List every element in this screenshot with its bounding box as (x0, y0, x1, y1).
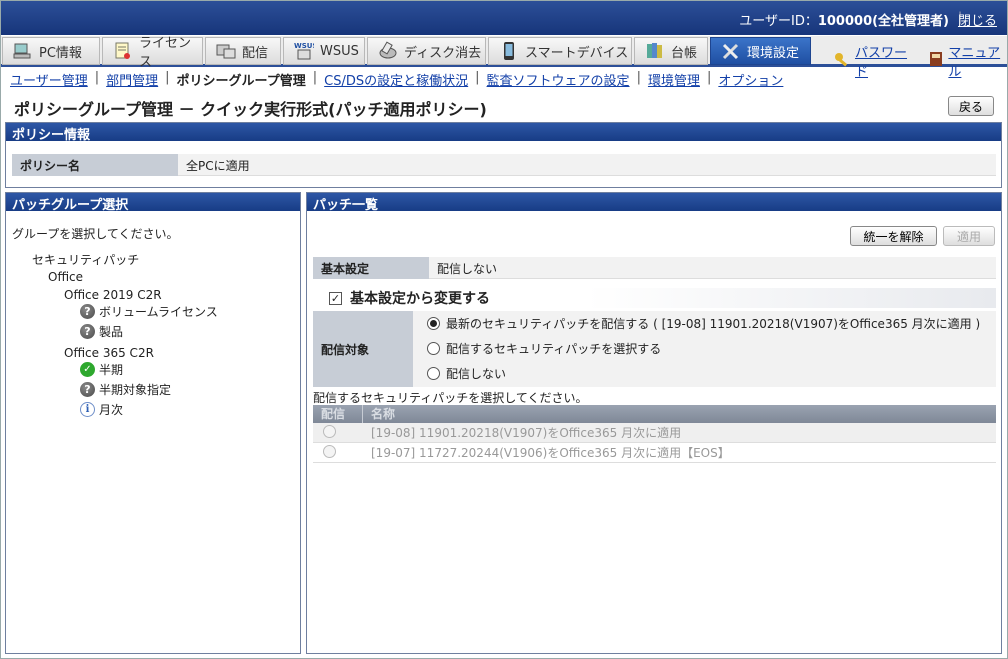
option-no-delivery[interactable]: 配信しない (413, 361, 996, 386)
table-row: [19-08] 11901.20218(V1907)をOffice365 月次に… (313, 423, 996, 443)
question-icon: ? (80, 304, 95, 319)
change-from-basic-checkbox[interactable]: ✓ (329, 291, 342, 305)
table-row: [19-07] 11727.20244(V1906)をOffice365 月次に… (313, 443, 996, 463)
tree-node-office-2019[interactable]: Office 2019 C2R (64, 288, 162, 302)
tree-node-security-patch[interactable]: セキュリティパッチ (32, 251, 139, 268)
tree-node-office[interactable]: Office (48, 270, 83, 284)
patch-list-panel: パッチ一覧 統一を解除 適用 基本設定 配信しない ✓ 基本設定から変更する 配… (306, 192, 1002, 654)
tab-wsus[interactable]: WSUS WSUS (283, 37, 365, 65)
basic-setting-value: 配信しない (429, 257, 996, 279)
col-delivery: 配信 (313, 405, 363, 423)
policy-name-row: ポリシー名 全PCに適用 (12, 154, 996, 176)
manual-link[interactable]: マニュアル (948, 42, 1007, 80)
svg-text:WSUS: WSUS (294, 42, 314, 50)
policy-info-panel: ポリシー情報 ポリシー名 全PCに適用 (5, 122, 1002, 188)
tab-environment-settings[interactable]: 環境設定 (710, 37, 811, 65)
sub-menu: ユーザー管理 | 部門管理 | ポリシーグループ管理 | CS/DSの設定と稼働状況 |… (10, 70, 784, 89)
patch-list-heading: パッチ一覧 (307, 193, 1001, 213)
radio-no-delivery[interactable] (427, 367, 440, 380)
page-title: ポリシーグループ管理 － クイック実行形式(パッチ適用ポリシー) (14, 100, 487, 119)
delivery-target-options: 最新のセキュリティパッチを配信する ( [19-08] 11901.20218(… (413, 311, 996, 387)
submenu-cs-ds-settings[interactable]: CS/DSの設定と稼働状況 (324, 70, 468, 89)
check-icon: ✓ (80, 362, 95, 377)
basic-setting-row: 基本設定 配信しない (313, 257, 996, 279)
tree-node-monthly[interactable]: i 月次 (80, 401, 123, 418)
delivery-target-label: 配信対象 (313, 311, 413, 387)
main-tabs: PC情報 ライセンス 配信 WSUS WSUS ディスク消去 スマートデバイス … (1, 36, 1007, 80)
question-icon: ? (80, 324, 95, 339)
policy-name-value: 全PCに適用 (178, 154, 996, 176)
tree-node-half-year-target[interactable]: ? 半期対象指定 (80, 381, 171, 398)
user-id: ユーザーID：100000(全社管理者) (739, 14, 949, 29)
option-select-patch[interactable]: 配信するセキュリティパッチを選択する (413, 336, 996, 361)
group-intro-text: グループを選択してください。 (12, 227, 179, 241)
tree-node-office-365[interactable]: Office 365 C2R (64, 346, 154, 360)
col-name: 名称 (371, 407, 396, 421)
tree-node-half-year[interactable]: ✓ 半期 (80, 361, 123, 378)
license-icon (113, 41, 133, 61)
top-header: ユーザーID：100000(全社管理者) | 閉じる (1, 1, 1007, 35)
manual-book-icon (929, 51, 943, 71)
tab-pc-info[interactable]: PC情報 (2, 37, 100, 65)
tree-node-product[interactable]: ? 製品 (80, 323, 123, 340)
patch-name: [19-07] 11727.20244(V1906)をOffice365 月次に… (371, 446, 730, 460)
tree-node-volume-license[interactable]: ? ボリュームライセンス (80, 303, 218, 320)
patch-name: [19-08] 11901.20218(V1907)をOffice365 月次に… (371, 426, 682, 440)
tab-disk-erase[interactable]: ディスク消去 (367, 37, 486, 65)
disk-erase-icon (378, 41, 398, 61)
tab-delivery[interactable]: 配信 (205, 37, 281, 65)
info-icon: i (80, 402, 95, 417)
tab-ledger[interactable]: 台帳 (634, 37, 708, 65)
change-from-basic-row[interactable]: ✓ 基本設定から変更する (313, 288, 996, 308)
basic-setting-label: 基本設定 (313, 257, 429, 279)
right-links: パスワード マニュアル (834, 42, 1007, 80)
patch-table-header: 配信 名称 (313, 405, 996, 423)
change-from-basic-label: 基本設定から変更する (350, 291, 490, 307)
submenu-audit-software-settings[interactable]: 監査ソフトウェアの設定 (487, 70, 630, 89)
back-button[interactable]: 戻る (948, 96, 994, 116)
select-patch-note: 配信するセキュリティパッチを選択してください。 (313, 391, 588, 405)
tab-license[interactable]: ライセンス (102, 36, 203, 70)
submenu-policy-group-management: ポリシーグループ管理 (176, 74, 306, 89)
smartphone-icon (499, 41, 519, 61)
patch-group-heading: パッチグループ選択 (6, 193, 300, 213)
radio-latest-patch[interactable] (427, 317, 440, 330)
row-radio[interactable] (323, 444, 336, 458)
policy-info-heading: ポリシー情報 (6, 123, 1001, 143)
submenu-options[interactable]: オプション (718, 70, 783, 89)
patch-group-panel: パッチグループ選択 グループを選択してください。 セキュリティパッチ Offic… (5, 192, 301, 654)
delivery-icon (216, 41, 236, 61)
submenu-environment-management[interactable]: 環境管理 (648, 70, 700, 89)
radio-select-patch[interactable] (427, 342, 440, 355)
submenu-department-management[interactable]: 部門管理 (106, 70, 158, 89)
tab-smart-device[interactable]: スマートデバイス (488, 37, 632, 65)
ledger-icon (645, 41, 665, 61)
patch-table: 配信 名称 [19-08] 11901.20218(V1907)をOffice3… (313, 405, 996, 463)
policy-name-label: ポリシー名 (12, 154, 178, 176)
row-radio[interactable] (323, 424, 336, 438)
tools-icon (721, 41, 741, 61)
submenu-user-management[interactable]: ユーザー管理 (10, 70, 88, 89)
apply-button[interactable]: 適用 (943, 226, 995, 246)
question-icon: ? (80, 382, 95, 397)
pc-icon (13, 41, 33, 61)
wsus-icon: WSUS (294, 41, 314, 61)
delivery-target-row: 配信対象 最新のセキュリティパッチを配信する ( [19-08] 11901.2… (313, 311, 996, 387)
option-latest-patch[interactable]: 最新のセキュリティパッチを配信する ( [19-08] 11901.20218(… (413, 311, 996, 336)
close-link[interactable]: 閉じる (958, 10, 997, 29)
unify-release-button[interactable]: 統一を解除 (850, 226, 937, 246)
password-link[interactable]: パスワード (855, 42, 914, 80)
key-icon (834, 51, 850, 71)
